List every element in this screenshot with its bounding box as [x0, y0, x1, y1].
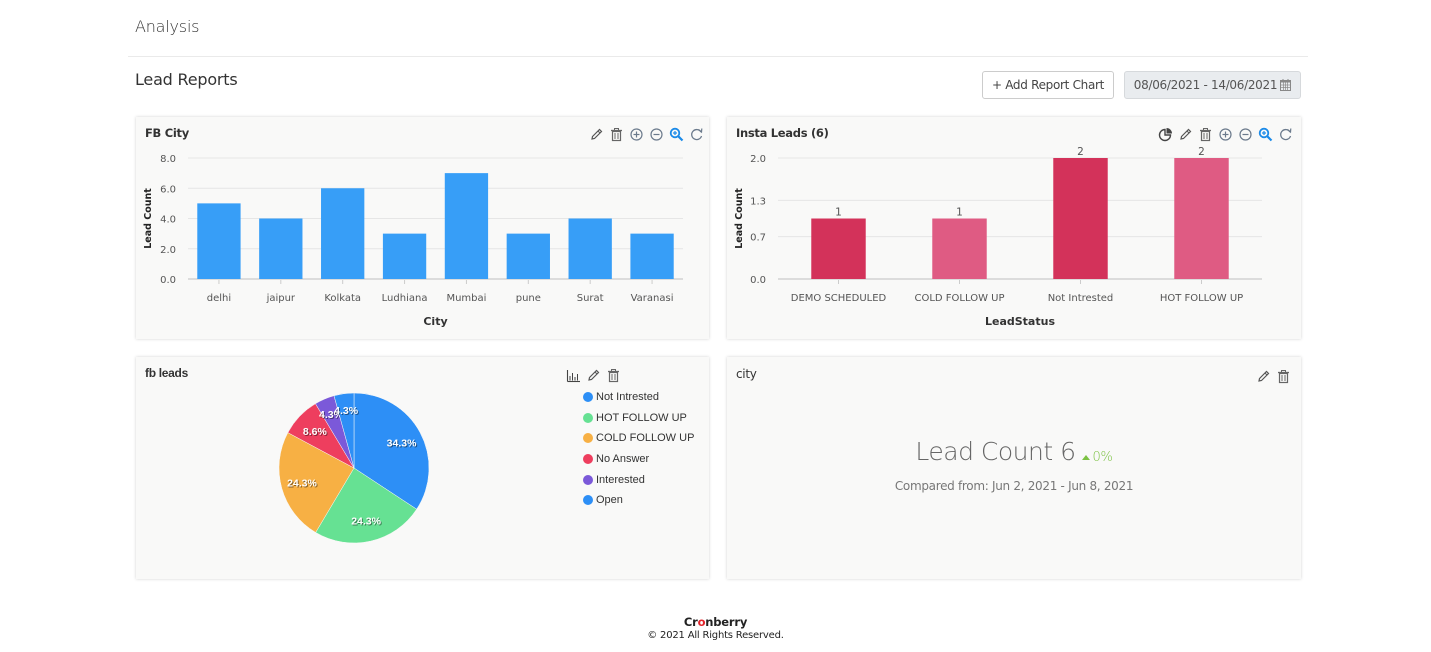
card-toolbar — [1256, 369, 1291, 384]
x-tick-label: Mumbai — [446, 293, 486, 304]
legend-label: No Answer — [596, 453, 650, 466]
data-label: 2 — [1077, 146, 1084, 158]
legend-swatch — [583, 495, 593, 506]
bar — [568, 218, 612, 279]
y-tick-label: 6.0 — [160, 184, 176, 195]
y-tick-label: 2.0 — [160, 245, 176, 256]
date-range-picker[interactable]: 08/06/2021 - 14/06/2021 — [1124, 71, 1301, 99]
add-report-chart-button[interactable]: + Add Report Chart — [982, 71, 1114, 99]
legend-swatch — [583, 474, 593, 485]
edit-icon[interactable] — [1256, 369, 1271, 384]
delete-icon[interactable] — [606, 368, 621, 383]
legend-label: Interested — [596, 473, 645, 486]
pie-label: 4.3% — [334, 405, 359, 417]
y-axis-label: Lead Count — [734, 188, 745, 249]
x-tick-label: Varanasi — [631, 293, 674, 304]
y-tick-label: 0.0 — [160, 275, 176, 286]
x-tick-label: HOT FOLLOW UP — [1160, 293, 1243, 304]
bar — [382, 233, 427, 279]
card-title: city — [736, 367, 757, 381]
fb-leads-pie-chart: 34.3%34.3%24.3%24.3%24.3%24.3%8.6%8.6%4.… — [278, 392, 430, 544]
legend-swatch — [583, 433, 593, 444]
x-tick-label: pune — [516, 293, 541, 304]
trend-up-icon — [1081, 455, 1090, 460]
delete-icon[interactable] — [1276, 369, 1291, 384]
bar — [321, 188, 365, 279]
insta-leads-bar-chart: 0.0 0.7 1.3 2.0 Lead Count DEMO SCHEDULED 1 COL… — [734, 146, 1262, 328]
bar — [506, 233, 550, 279]
calendar-icon[interactable] — [1280, 79, 1292, 91]
bar — [444, 173, 489, 279]
fb-city-card: FB City 0.0 2.0 4.0 6.0 8.0 Lead Count delhi ja… — [136, 117, 709, 339]
kpi-compared-text: Compared from: Jun 2, 2021 - Jun 8, 2021 — [894, 479, 1134, 493]
bar — [630, 233, 674, 279]
insta-leads-card: Insta Leads (6) 0.0 0.7 1.3 2.0 Lead Count DE… — [727, 117, 1301, 339]
legend-label: COLD FOLLOW UP — [596, 432, 695, 445]
bar — [932, 218, 987, 279]
footer-logo: Cronberry — [0, 615, 1431, 629]
pie-label: 34.3% — [387, 437, 417, 449]
legend-item[interactable]: Not Intrested — [583, 387, 694, 408]
bar — [259, 218, 303, 279]
logo-text-start: Cr — [683, 615, 698, 629]
page-title: Analysis — [135, 17, 200, 36]
fb-city-bar-chart: 0.0 2.0 4.0 6.0 8.0 Lead Count delhi jaipur Kolk… — [143, 154, 683, 328]
y-tick-label: 0.7 — [750, 233, 766, 244]
data-label: 1 — [956, 207, 963, 219]
fb-leads-card: fb leads 34.3% 34.3% 24.3% 24.3% 24.3% 24.3% 8… — [136, 357, 709, 579]
legend-swatch — [583, 454, 593, 465]
pie-legend: Not Intrested HOT FOLLOW UP COLD FOLLOW UP… — [583, 387, 694, 511]
header-divider — [128, 56, 1308, 57]
legend-item[interactable]: Open — [583, 490, 694, 511]
city-kpi-card: city Lead Count 6 0% Compared from: Jun … — [727, 357, 1301, 579]
legend-item[interactable]: COLD FOLLOW UP — [583, 428, 694, 449]
date-range-value: 08/06/2021 - 14/06/2021 — [1133, 78, 1278, 92]
kpi-change: 0% — [1081, 450, 1113, 465]
legend-item[interactable]: HOT FOLLOW UP — [583, 408, 694, 429]
legend-swatch — [583, 412, 593, 423]
x-tick-label: jaipur — [266, 293, 296, 304]
legend-label: HOT FOLLOW UP — [596, 411, 687, 424]
logo-text-end: nberry — [705, 615, 748, 629]
footer: Cronberry © 2021 All Rights Reserved. — [0, 615, 1431, 641]
y-tick-label: 0.0 — [750, 275, 766, 286]
bar — [1053, 158, 1108, 279]
y-axis-label: Lead Count — [143, 188, 154, 249]
legend-swatch — [583, 392, 593, 403]
bar — [811, 218, 866, 279]
legend-label: Open — [596, 494, 623, 507]
kpi-block: Lead Count 6 0% Compared from: Jun 2, 20… — [727, 437, 1301, 493]
x-tick-label: DEMO SCHEDULED — [791, 293, 887, 304]
pie-label: 8.6% — [303, 426, 328, 438]
x-tick-label: Kolkata — [324, 293, 361, 304]
data-label: 2 — [1198, 146, 1205, 158]
x-tick-label: Surat — [577, 293, 604, 304]
edit-icon[interactable] — [586, 368, 601, 383]
legend-label: Not Intrested — [596, 391, 659, 404]
data-label: 1 — [835, 207, 842, 219]
x-tick-label: Not Intrested — [1048, 293, 1114, 304]
y-tick-label: 1.3 — [750, 196, 766, 207]
footer-copyright: © 2021 All Rights Reserved. — [647, 630, 784, 641]
x-tick-label: delhi — [207, 293, 231, 304]
legend-item[interactable]: No Answer — [583, 449, 694, 470]
section-title: Lead Reports — [135, 70, 238, 89]
kpi-change-value: 0% — [1092, 450, 1113, 465]
y-tick-label: 2.0 — [750, 154, 766, 165]
y-tick-label: 4.0 — [160, 215, 176, 226]
kpi-value: Lead Count 6 — [915, 437, 1076, 466]
x-axis-label: LeadStatus — [985, 315, 1055, 328]
pie-label: 24.3% — [351, 516, 381, 528]
y-tick-label: 8.0 — [160, 154, 176, 165]
kpi-value-row: Lead Count 6 0% — [915, 437, 1112, 466]
x-axis-label: City — [423, 315, 447, 328]
legend-item[interactable]: Interested — [583, 469, 694, 490]
pie-label: 24.3% — [287, 477, 317, 489]
x-tick-label: COLD FOLLOW UP — [915, 293, 1005, 304]
x-tick-label: Ludhiana — [382, 293, 428, 304]
bar — [1174, 158, 1229, 279]
bar — [197, 203, 241, 279]
